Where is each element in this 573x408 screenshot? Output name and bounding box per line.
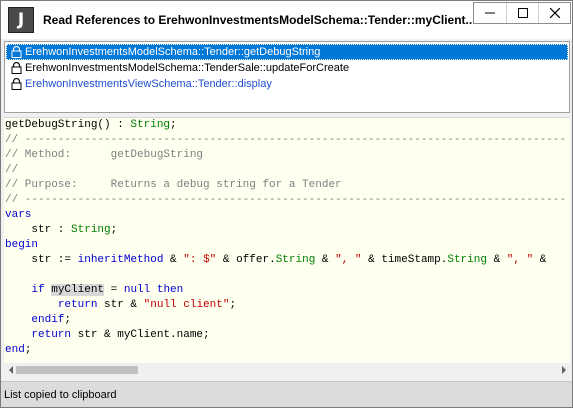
list-item[interactable]: ErehwonInvestmentsViewSchema::Tender::di… [6, 76, 568, 92]
close-button[interactable] [538, 3, 570, 23]
code-line: // -------------------------------------… [5, 194, 567, 206]
title-bar[interactable]: J Read References to ErehwonInvestmentsM… [1, 1, 572, 39]
code-line: return str & myClient.name; [31, 329, 210, 341]
jade-app-icon: J [8, 7, 34, 33]
minimize-button[interactable] [474, 3, 506, 23]
code-line: return str & "null client"; [57, 299, 237, 311]
code-line: // -------------------------------------… [5, 134, 567, 146]
code-line: str : String; [5, 224, 118, 236]
chevron-left-icon [8, 366, 13, 374]
code-line: end; [5, 344, 32, 356]
references-window: J Read References to ErehwonInvestmentsM… [0, 0, 573, 408]
close-icon [549, 8, 560, 18]
code-line: getDebugString() : String; [5, 119, 177, 131]
lock-icon [11, 62, 22, 74]
scrollbar-thumb[interactable] [16, 366, 138, 374]
horizontal-scrollbar[interactable] [4, 363, 570, 377]
code-line: begin [5, 239, 39, 251]
code-line: // [5, 164, 19, 176]
code-line: if myClient = null then [31, 284, 184, 296]
minimize-icon [485, 12, 495, 14]
list-item-label: ErehwonInvestmentsModelSchema::TenderSal… [25, 62, 350, 74]
list-item-label: ErehwonInvestmentsModelSchema::Tender::g… [25, 46, 321, 58]
chevron-right-icon [561, 366, 566, 374]
references-list[interactable]: ErehwonInvestmentsModelSchema::Tender::g… [4, 41, 570, 113]
window-title: Read References to ErehwonInvestmentsMod… [43, 13, 476, 27]
maximize-button[interactable] [506, 3, 538, 23]
lock-icon [11, 78, 22, 90]
code-line: str := inheritMethod & ": $" & offer.Str… [5, 254, 547, 266]
code-line: // Method: getDebugString [5, 149, 204, 161]
highlighted-reference: myClient [51, 284, 105, 296]
window-controls [473, 2, 571, 24]
code-line: // Purpose: Returns a debug string for a… [5, 179, 342, 191]
source-code-view[interactable]: getDebugString() : String; // ----------… [4, 117, 570, 364]
list-item[interactable]: ErehwonInvestmentsModelSchema::TenderSal… [6, 60, 568, 76]
list-item[interactable]: ErehwonInvestmentsModelSchema::Tender::g… [6, 44, 568, 60]
status-bar: List copied to clipboard [1, 381, 572, 407]
lock-icon [11, 46, 22, 58]
maximize-icon [517, 8, 528, 18]
scroll-right-button[interactable] [557, 363, 570, 377]
code-line: endif; [31, 314, 72, 326]
list-item-label: ErehwonInvestmentsViewSchema::Tender::di… [25, 78, 272, 90]
status-text: List copied to clipboard [4, 389, 117, 401]
code-line: vars [5, 209, 32, 221]
